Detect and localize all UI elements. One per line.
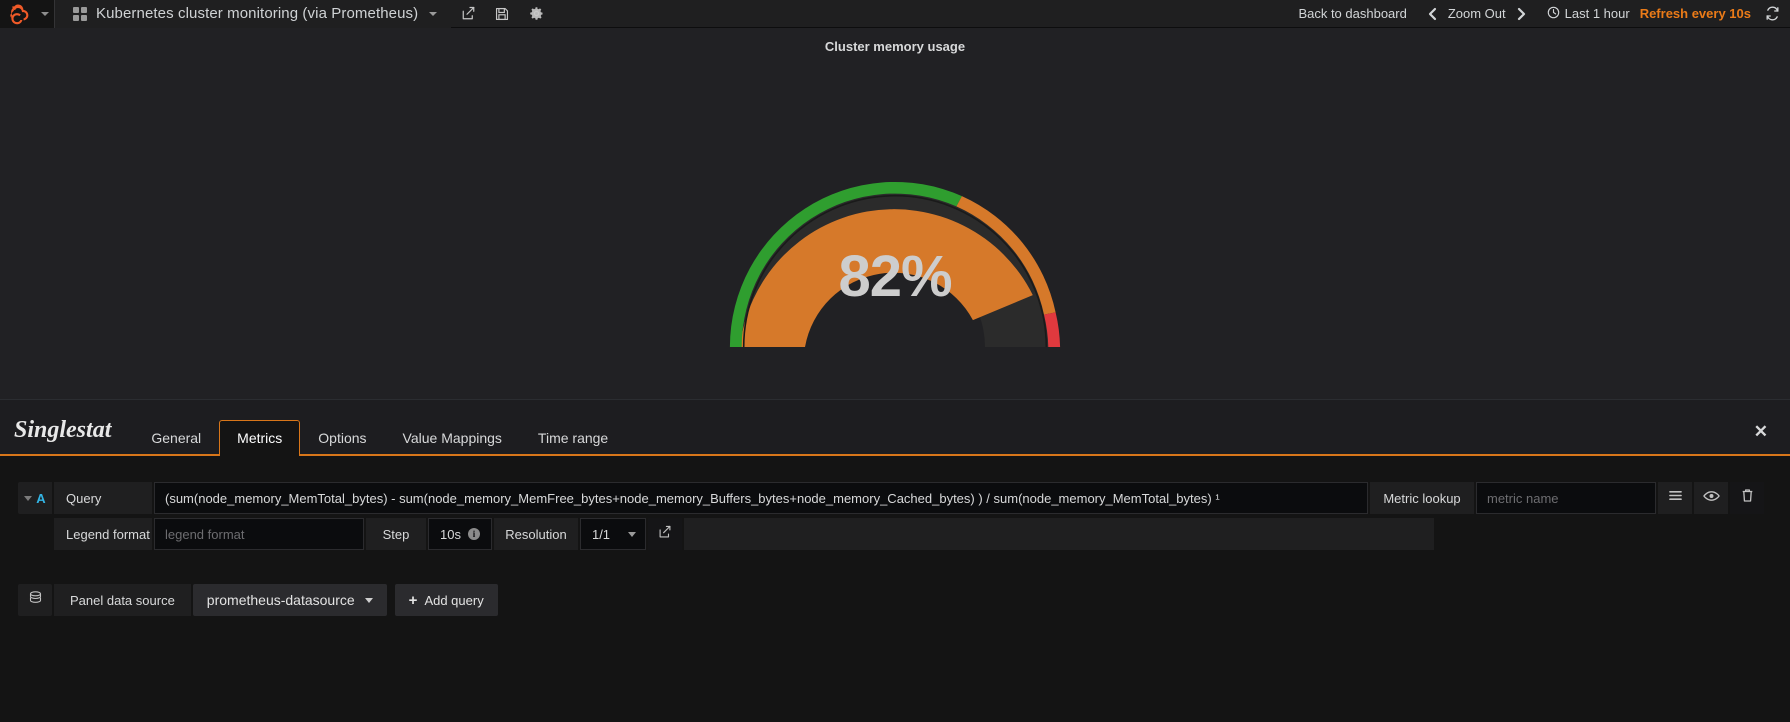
query-options-button[interactable] [1658, 482, 1692, 514]
eye-toggle-icon [1702, 489, 1720, 507]
editor-tab-row: Singlestat General Metrics Options Value… [0, 400, 1790, 456]
panel-type-label: Singlestat [14, 417, 112, 443]
dashboard-grid-icon [73, 6, 87, 21]
gauge-svg [729, 181, 1061, 348]
query-ref-id: A [36, 490, 46, 506]
panel-editor: Singlestat General Metrics Options Value… [0, 400, 1790, 722]
hamburger-menu-icon [1668, 489, 1683, 507]
add-query-button[interactable]: + Add query [394, 584, 498, 616]
dashboard-settings-button[interactable] [519, 0, 553, 28]
grafana-home-button[interactable] [0, 0, 36, 28]
metric-lookup-label: Metric lookup [1370, 482, 1474, 514]
dashboard-picker[interactable]: Kubernetes cluster monitoring (via Prome… [55, 0, 452, 28]
legend-format-label: Legend format [54, 518, 152, 550]
legend-format-input[interactable]: legend format [154, 518, 364, 550]
query-visibility-toggle[interactable] [1694, 482, 1728, 514]
tab-metrics[interactable]: Metrics [219, 420, 301, 456]
step-value[interactable]: 10s i [428, 518, 492, 550]
add-query-label: Add query [424, 592, 484, 608]
save-floppy-icon [495, 7, 509, 21]
datasource-icon-button[interactable] [18, 584, 52, 616]
time-range-picker[interactable]: Last 1 hour [1533, 6, 1640, 22]
datasource-selected-value: prometheus-datasource [206, 592, 355, 608]
zoom-out-button[interactable]: Zoom Out [1444, 6, 1510, 21]
time-shift-back-button[interactable] [1421, 7, 1444, 21]
query-row-primary: A Query (sum(node_memory_MemTotal_bytes)… [0, 482, 1790, 514]
trash-delete-icon [1741, 488, 1754, 508]
open-in-prometheus-button[interactable] [648, 518, 683, 550]
metrics-query-area: A Query (sum(node_memory_MemTotal_bytes)… [0, 456, 1790, 616]
save-dashboard-button[interactable] [485, 0, 519, 28]
navbar-right-controls: Back to dashboard Zoom Out Last 1 hour R… [1284, 0, 1790, 28]
step-value-text: 10s [440, 526, 461, 542]
share-icon [461, 6, 476, 21]
chevron-down-icon [628, 531, 637, 537]
refresh-cycle-icon [1766, 6, 1779, 21]
gear-icon [529, 6, 544, 21]
gauge-value-label: 82% [838, 244, 952, 309]
chevron-left-icon [1428, 7, 1436, 20]
gauge-chart [0, 62, 1790, 362]
query-collapse-toggle[interactable]: A [18, 482, 52, 514]
grafana-logo-icon [7, 3, 29, 25]
tab-time-range[interactable]: Time range [520, 420, 626, 456]
plus-icon: + [408, 591, 418, 609]
query-delete-button[interactable] [1730, 482, 1764, 514]
dashboard-title: Kubernetes cluster monitoring (via Prome… [96, 5, 419, 22]
step-label: Step [366, 518, 426, 550]
share-dashboard-button[interactable] [451, 0, 485, 28]
external-link-icon [658, 525, 672, 544]
resolution-label: Resolution [493, 518, 578, 550]
chevron-down-icon [24, 495, 33, 501]
back-to-dashboard-link[interactable]: Back to dashboard [1284, 6, 1420, 21]
clock-icon [1547, 6, 1560, 22]
options-row-filler [684, 518, 1434, 550]
close-editor-button[interactable]: ✕ [1754, 423, 1790, 454]
metric-lookup-input[interactable]: metric name [1476, 482, 1656, 514]
org-menu-caret[interactable] [36, 0, 54, 28]
options-row-right-gap [1434, 518, 1764, 550]
info-icon[interactable]: i [467, 528, 480, 540]
refresh-interval-label[interactable]: Refresh every 10s [1640, 6, 1765, 21]
panel-datasource-label: Panel data source [54, 584, 191, 616]
panel-title: Cluster memory usage [824, 39, 966, 54]
tab-value-mappings[interactable]: Value Mappings [385, 420, 520, 456]
chevron-down-icon [429, 11, 438, 16]
database-icon [28, 590, 43, 610]
datasource-select[interactable]: prometheus-datasource [192, 584, 387, 616]
refresh-button[interactable] [1765, 6, 1780, 21]
singlestat-panel[interactable]: Cluster memory usage 82% [0, 28, 1790, 400]
tab-options[interactable]: Options [300, 420, 384, 456]
tab-general[interactable]: General [133, 420, 219, 456]
chevron-right-icon [1517, 7, 1525, 20]
datasource-row: Panel data source prometheus-datasource … [0, 584, 1790, 616]
time-range-label: Last 1 hour [1564, 6, 1630, 21]
chevron-down-icon [41, 11, 49, 16]
time-shift-forward-button[interactable] [1510, 7, 1533, 21]
query-input[interactable]: (sum(node_memory_MemTotal_bytes) - sum(n… [154, 482, 1368, 514]
close-x-icon: ✕ [1753, 422, 1768, 441]
editor-tabs: General Metrics Options Value Mappings T… [133, 418, 626, 456]
query-label: Query [54, 482, 152, 514]
top-navbar: Kubernetes cluster monitoring (via Prome… [0, 0, 1790, 28]
row-indent-spacer [18, 518, 52, 550]
resolution-value: 1/1 [591, 526, 611, 542]
resolution-select[interactable]: 1/1 [579, 518, 647, 550]
chevron-down-icon [364, 597, 373, 603]
query-row-options: Legend format legend format Step 10s i R… [0, 518, 1790, 550]
